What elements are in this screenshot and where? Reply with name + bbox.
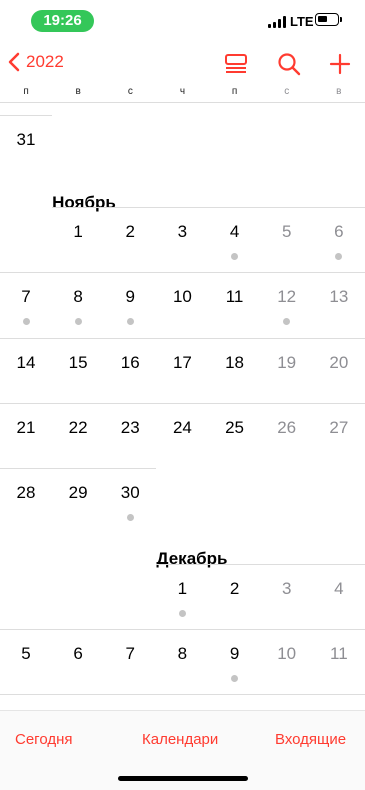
weekday-label: в (75, 86, 81, 97)
week-divider (0, 338, 365, 339)
calendar-day[interactable]: 3 (261, 579, 313, 599)
calendar-day[interactable]: 7 (0, 287, 52, 307)
calendar-day[interactable]: 1 (156, 579, 208, 599)
calendar-day[interactable]: 18 (209, 353, 261, 373)
week-divider (156, 564, 365, 565)
add-icon[interactable] (329, 52, 351, 76)
event-dot (126, 514, 134, 521)
event-dot (231, 253, 239, 260)
back-button[interactable]: 2022 (8, 52, 64, 72)
calendars-button[interactable]: Календари (142, 731, 218, 748)
calendar-day[interactable]: 24 (156, 418, 208, 438)
week-divider (0, 272, 365, 273)
calendar-day[interactable]: 5 (261, 222, 313, 242)
calendar-day[interactable]: 6 (313, 222, 365, 242)
week-divider (0, 629, 365, 630)
weekday-label: с (284, 86, 290, 97)
calendar-day[interactable]: 2 (209, 579, 261, 599)
calendar-day[interactable]: 11 (313, 644, 365, 664)
calendar-day[interactable]: 21 (0, 418, 52, 438)
list-view-icon[interactable] (225, 52, 247, 76)
calendar-day[interactable]: 8 (52, 287, 104, 307)
calendar-day[interactable]: 28 (0, 483, 52, 503)
search-icon[interactable] (277, 52, 301, 76)
calendar-day[interactable]: 9 (104, 287, 156, 307)
calendar-day[interactable]: 4 (313, 579, 365, 599)
weekday-label: с (127, 86, 133, 97)
calendar-day[interactable]: 22 (52, 418, 104, 438)
event-dot (126, 318, 134, 325)
week-divider (0, 115, 53, 116)
network-type: LTE (290, 14, 314, 29)
calendar-day[interactable]: 30 (104, 483, 156, 503)
week-divider (0, 694, 365, 695)
calendar-day[interactable]: 14 (0, 353, 52, 373)
calendar-day[interactable]: 11 (209, 287, 261, 307)
weekday-label: п (231, 86, 238, 97)
calendar-day[interactable]: 1 (52, 222, 104, 242)
home-indicator (118, 776, 248, 781)
chevron-left-icon (8, 52, 20, 72)
battery-icon (315, 13, 342, 26)
calendar-day[interactable]: 29 (52, 483, 104, 503)
calendar-day[interactable]: 9 (209, 644, 261, 664)
event-dot (22, 318, 30, 325)
calendar-day[interactable]: 7 (104, 644, 156, 664)
weekday-label: ч (179, 86, 186, 97)
calendar-day[interactable]: 10 (261, 644, 313, 664)
calendar-day[interactable]: 13 (313, 287, 365, 307)
calendar-day[interactable]: 25 (209, 418, 261, 438)
calendar-day[interactable]: 20 (313, 353, 365, 373)
month-title: Ноябрь (52, 193, 116, 212)
weekday-header: пвсчпсв (0, 86, 365, 102)
event-dot (283, 318, 291, 325)
calendar-day[interactable]: 27 (313, 418, 365, 438)
calendar-day[interactable]: 2 (104, 222, 156, 242)
calendar-grid: 31 Ноябрь 1 2 3 4 5 6 7 8 9 10 11 12 13 14 15 16 17 18 19 20 2… (0, 103, 365, 710)
event-dot (178, 610, 186, 617)
calendar-day[interactable]: 31 (0, 130, 52, 150)
month-title: Декабрь (156, 549, 228, 568)
week-divider (52, 207, 365, 208)
nav-bar: 2022 (0, 46, 365, 84)
signal-icon (268, 16, 286, 28)
calendar-day[interactable]: 6 (52, 644, 104, 664)
status-bar: 19:26 LTE (0, 0, 365, 44)
calendar-day[interactable]: 12 (261, 287, 313, 307)
calendar-day[interactable]: 16 (104, 353, 156, 373)
calendar-day[interactable]: 5 (0, 644, 52, 664)
status-time[interactable]: 19:26 (31, 10, 94, 32)
week-divider (0, 403, 365, 404)
calendar-day[interactable]: 17 (156, 353, 208, 373)
today-button[interactable]: Сегодня (15, 731, 73, 748)
event-dot (74, 318, 82, 325)
calendar-day[interactable]: 4 (209, 222, 261, 242)
calendar-day[interactable]: 23 (104, 418, 156, 438)
calendar-day[interactable]: 15 (52, 353, 104, 373)
calendar-day[interactable]: 10 (156, 287, 208, 307)
weekday-label: п (23, 86, 29, 97)
event-dot (231, 675, 239, 682)
calendar-day[interactable]: 3 (156, 222, 208, 242)
weekday-label: в (336, 86, 342, 97)
calendar-day[interactable]: 19 (261, 353, 313, 373)
calendar-day[interactable]: 8 (156, 644, 208, 664)
week-divider (0, 468, 157, 469)
event-dot (335, 253, 343, 260)
calendar-day[interactable]: 26 (261, 418, 313, 438)
inbox-button[interactable]: Входящие (275, 731, 346, 748)
back-label: 2022 (26, 52, 64, 71)
